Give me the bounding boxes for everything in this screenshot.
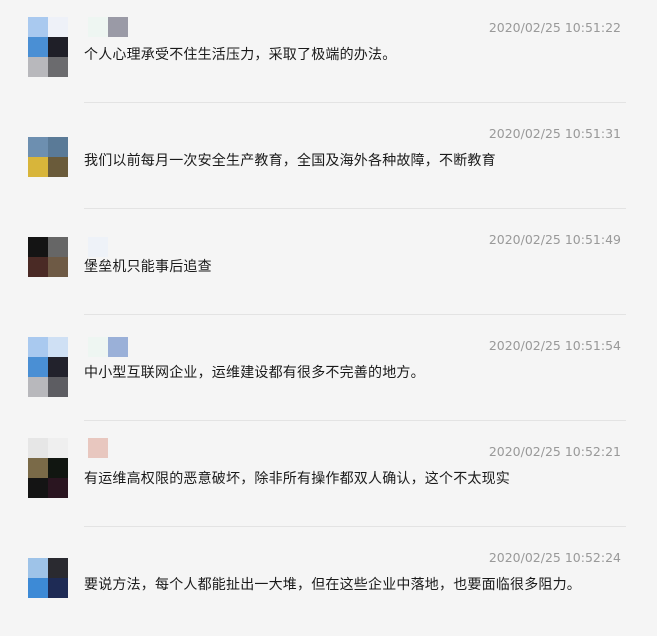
name-blur-block — [88, 17, 108, 37]
sender-name — [88, 438, 108, 458]
avatar[interactable] — [28, 558, 68, 598]
name-blur-block — [108, 337, 128, 357]
message-text: 要说方法，每个人都能扯出一大堆，但在这些企业中落地，也要面临很多阻力。 — [84, 577, 581, 593]
name-blur-block — [88, 438, 108, 458]
message-timestamp: 2020/02/25 10:51:54 — [488, 338, 621, 353]
divider — [84, 526, 626, 527]
name-blur-block — [108, 17, 128, 37]
message-text: 堡垒机只能事后追查 — [84, 259, 212, 275]
message-text: 中小型互联网企业，运维建设都有很多不完善的地方。 — [84, 365, 425, 381]
chat-message: 2020/02/25 10:51:49 堡垒机只能事后追查 — [0, 212, 657, 318]
chat-message: 2020/02/25 10:51:22 个人心理承受不住生活压力，采取了极端的办… — [0, 0, 657, 106]
chat-message: 2020/02/25 10:52:21 有运维高权限的恶意破坏，除非所有操作都双… — [0, 424, 657, 530]
divider — [84, 420, 626, 421]
divider — [84, 314, 626, 315]
message-text: 我们以前每月一次安全生产教育，全国及海外各种故障，不断教育 — [84, 153, 496, 169]
sender-name — [88, 237, 108, 257]
message-timestamp: 2020/02/25 10:52:24 — [488, 550, 621, 565]
avatar[interactable] — [28, 17, 68, 77]
avatar[interactable] — [28, 438, 68, 498]
chat-message: 2020/02/25 10:51:54 中小型互联网企业，运维建设都有很多不完善… — [0, 318, 657, 424]
sender-name — [88, 337, 128, 357]
divider — [84, 208, 626, 209]
message-timestamp: 2020/02/25 10:51:31 — [488, 126, 621, 141]
message-text: 有运维高权限的恶意破坏，除非所有操作都双人确认，这个不太现实 — [84, 471, 510, 487]
message-timestamp: 2020/02/25 10:51:22 — [488, 20, 621, 35]
avatar[interactable] — [28, 337, 68, 397]
avatar[interactable] — [28, 137, 68, 177]
name-blur-block — [88, 337, 108, 357]
message-text: 个人心理承受不住生活压力，采取了极端的办法。 — [84, 47, 397, 63]
avatar[interactable] — [28, 237, 68, 277]
message-timestamp: 2020/02/25 10:52:21 — [488, 444, 621, 459]
divider — [84, 102, 626, 103]
message-timestamp: 2020/02/25 10:51:49 — [488, 232, 621, 247]
chat-history-list: 2020/02/25 10:51:22 个人心理承受不住生活压力，采取了极端的办… — [0, 0, 657, 634]
sender-name — [88, 17, 128, 37]
name-blur-block — [88, 237, 108, 257]
chat-message: 2020/02/25 10:52:24 要说方法，每个人都能扯出一大堆，但在这些… — [0, 530, 657, 636]
chat-message: 2020/02/25 10:51:31 我们以前每月一次安全生产教育，全国及海外… — [0, 106, 657, 212]
